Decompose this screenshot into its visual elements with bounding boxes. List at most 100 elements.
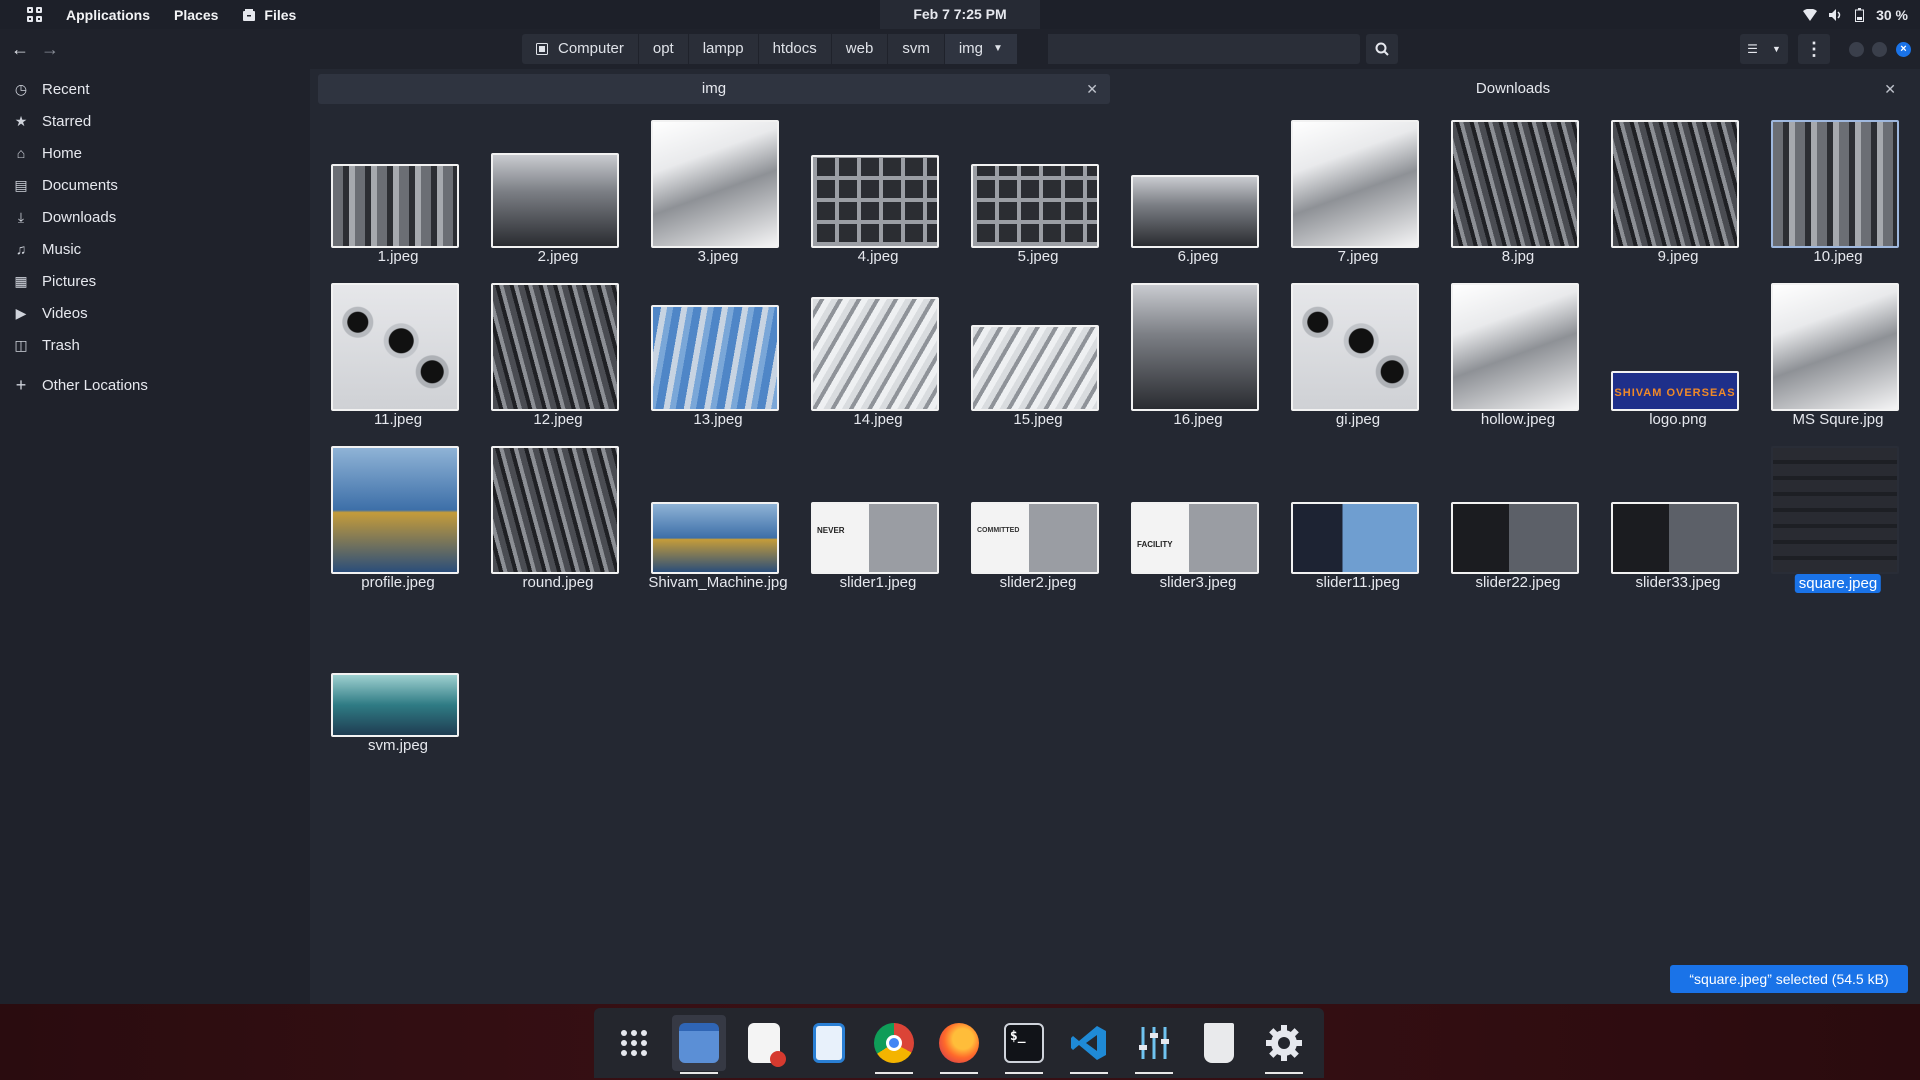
files-menu[interactable]: Files	[242, 7, 296, 23]
file-item[interactable]: 8.jpg	[1438, 112, 1598, 272]
file-item[interactable]: 11.jpeg	[318, 275, 478, 435]
file-item[interactable]: 6.jpeg	[1118, 112, 1278, 272]
file-item[interactable]: 5.jpeg	[958, 112, 1118, 272]
sidebar-item-videos[interactable]: ▶ Videos	[0, 297, 310, 329]
sidebar-item-label: Other Locations	[42, 376, 148, 394]
file-thumbnail	[1771, 283, 1899, 411]
file-item[interactable]: 15.jpeg	[958, 275, 1118, 435]
clock-icon: ◷	[14, 80, 28, 97]
applications-menu[interactable]: Applications	[66, 7, 150, 23]
file-item[interactable]: round.jpeg	[478, 438, 638, 598]
file-name: profile.jpeg	[361, 574, 435, 591]
file-item[interactable]: FACILITY slider3.jpeg	[1118, 438, 1278, 598]
file-name: 2.jpeg	[537, 248, 579, 265]
file-thumbnail	[1771, 120, 1899, 248]
dock-text-editor[interactable]	[737, 1015, 791, 1071]
dock-terminal[interactable]: $_	[997, 1015, 1051, 1074]
vscode-icon	[1070, 1026, 1106, 1060]
dock-mixer[interactable]	[1127, 1015, 1181, 1074]
minimize-button[interactable]	[1849, 42, 1864, 57]
close-icon[interactable]: ✕	[1086, 74, 1098, 104]
back-button[interactable]: ←	[6, 35, 34, 63]
sidebar-item-recent[interactable]: ◷ Recent	[0, 73, 310, 105]
dock-trash[interactable]	[1192, 1015, 1246, 1071]
tab-downloads[interactable]: Downloads ✕	[1118, 74, 1908, 104]
clock[interactable]: Feb 7 7:25 PM	[880, 0, 1040, 29]
sidebar-item-downloads[interactable]: ⤓ Downloads	[0, 201, 310, 233]
sidebar-item-music[interactable]: ♫ Music	[0, 233, 310, 265]
file-item[interactable]: COMMITTED slider2.jpeg	[958, 438, 1118, 598]
file-item[interactable]: NEVER slider1.jpeg	[798, 438, 958, 598]
places-menu[interactable]: Places	[174, 7, 218, 23]
maximize-button[interactable]	[1872, 42, 1887, 57]
file-item[interactable]: 7.jpeg	[1278, 112, 1438, 272]
dock-firefox[interactable]	[932, 1015, 986, 1074]
chevron-down-icon[interactable]: ▼	[993, 34, 1003, 64]
volume-icon	[1829, 8, 1841, 21]
crumb-opt[interactable]: opt	[639, 34, 689, 64]
crumb-label: img	[958, 40, 983, 57]
thumbnail-caption: COMMITTED	[977, 527, 1020, 534]
crumb-img[interactable]: img ▼	[944, 34, 1017, 64]
file-item[interactable]: slider11.jpeg	[1278, 438, 1438, 598]
file-thumbnail	[1131, 175, 1259, 248]
file-name: slider3.jpeg	[1159, 574, 1237, 591]
sidebar-item-documents[interactable]: ▤ Documents	[0, 169, 310, 201]
file-name: Shivam_Machine.jpg	[648, 574, 788, 591]
logo-thumbnail: SHIVAM OVERSEAS	[1611, 371, 1739, 411]
file-item[interactable]: 14.jpeg	[798, 275, 958, 435]
file-item-selected[interactable]: square.jpeg	[1758, 438, 1918, 598]
sidebar-item-other-locations[interactable]: + Other Locations	[0, 369, 310, 401]
crumb-svm[interactable]: svm	[888, 34, 945, 64]
running-indicator	[680, 1072, 719, 1074]
file-item[interactable]: 1.jpeg	[318, 112, 478, 272]
dock-libreoffice[interactable]	[802, 1015, 856, 1071]
file-item[interactable]: 9.jpeg	[1598, 112, 1758, 272]
file-item[interactable]: svm.jpeg	[318, 601, 478, 761]
menu-button[interactable]: ⋮	[1798, 34, 1830, 64]
sidebar-item-home[interactable]: ⌂ Home	[0, 137, 310, 169]
file-item[interactable]: 13.jpeg	[638, 275, 798, 435]
file-item[interactable]: MS Squre.jpg	[1758, 275, 1918, 435]
file-item[interactable]: 2.jpeg	[478, 112, 638, 272]
forward-button[interactable]: →	[36, 35, 64, 63]
tab-label: img	[701, 80, 727, 97]
dock-chrome[interactable]	[867, 1015, 921, 1074]
dock-files[interactable]	[672, 1015, 727, 1074]
file-item[interactable]: SHIVAM OVERSEAS logo.png	[1598, 275, 1758, 435]
file-name: 9.jpeg	[1657, 248, 1699, 265]
file-item[interactable]: profile.jpeg	[318, 438, 478, 598]
file-item[interactable]: slider22.jpeg	[1438, 438, 1598, 598]
terminal-icon: $_	[1003, 1023, 1044, 1063]
sidebar-item-starred[interactable]: ★ Starred	[0, 105, 310, 137]
apps-grid-icon[interactable]	[24, 5, 44, 25]
dock-settings[interactable]	[1257, 1015, 1311, 1074]
file-item[interactable]: hollow.jpeg	[1438, 275, 1598, 435]
file-name: hollow.jpeg	[1480, 411, 1556, 428]
file-item[interactable]: Shivam_Machine.jpg	[638, 438, 798, 598]
crumb-lampp[interactable]: lampp	[689, 34, 759, 64]
system-tray[interactable]: 30 %	[1803, 0, 1908, 29]
dock-vscode[interactable]	[1062, 1015, 1116, 1074]
crumb-computer[interactable]: Computer	[522, 34, 639, 64]
view-options-button[interactable]: ☰ ▼	[1740, 34, 1788, 64]
file-item[interactable]: 10.jpeg	[1758, 112, 1918, 272]
sidebar-item-trash[interactable]: ◫ Trash	[0, 329, 310, 361]
file-item[interactable]: 3.jpeg	[638, 112, 798, 272]
close-icon[interactable]: ✕	[1884, 74, 1896, 104]
tab-img[interactable]: img ✕	[318, 74, 1110, 104]
file-item[interactable]: slider33.jpeg	[1598, 438, 1758, 598]
sidebar-item-pictures[interactable]: ▦ Pictures	[0, 265, 310, 297]
sidebar: ◷ Recent ★ Starred ⌂ Home ▤ Documents ⤓ Downl…	[0, 69, 310, 1004]
search-button[interactable]	[1366, 34, 1398, 64]
crumb-web[interactable]: web	[832, 34, 889, 64]
file-item[interactable]: 16.jpeg	[1118, 275, 1278, 435]
crumb-htdocs[interactable]: htdocs	[759, 34, 832, 64]
dock-app-grid[interactable]	[607, 1015, 661, 1071]
path-bar-empty-area[interactable]	[1048, 34, 1360, 64]
file-item[interactable]: gi.jpeg	[1278, 275, 1438, 435]
libreoffice-writer-icon	[813, 1023, 846, 1063]
file-item[interactable]: 12.jpeg	[478, 275, 638, 435]
file-item[interactable]: 4.jpeg	[798, 112, 958, 272]
close-window-button[interactable]: ×	[1896, 42, 1911, 57]
